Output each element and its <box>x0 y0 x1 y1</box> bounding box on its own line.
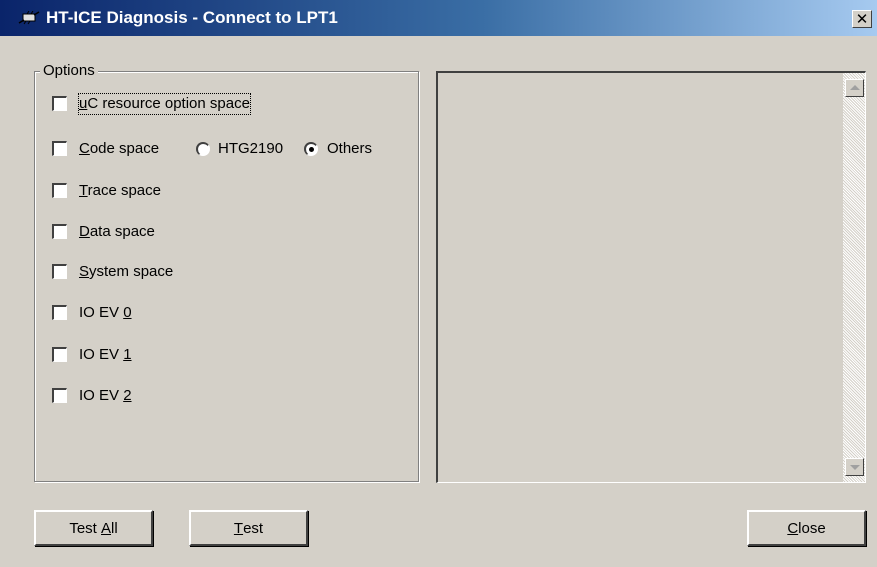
uc-resource-label: uC resource option space <box>78 93 251 115</box>
htg2190-label: HTG2190 <box>218 140 284 157</box>
close-button[interactable]: Close <box>747 510 866 546</box>
window-title: HT-ICE Diagnosis - Connect to LPT1 <box>46 8 338 27</box>
io-ev-1-checkbox[interactable] <box>52 347 67 362</box>
others-radio[interactable] <box>304 142 318 156</box>
close-icon[interactable]: ✕ <box>852 10 872 28</box>
io-ev-0-checkbox[interactable] <box>52 305 67 320</box>
test-button[interactable]: Test <box>189 510 308 546</box>
scroll-up-button[interactable] <box>845 79 864 97</box>
data-space-label: Data space <box>79 223 155 240</box>
io-ev-1-label: IO EV 1 <box>79 346 132 363</box>
io-ev-2-checkbox[interactable] <box>52 388 67 403</box>
scroll-down-arrow-icon <box>850 465 860 470</box>
scroll-up-arrow-icon <box>850 85 860 90</box>
app-icon <box>18 11 40 25</box>
code-space-label: Code space <box>79 140 160 157</box>
htg2190-radio[interactable] <box>196 142 210 156</box>
test-all-button[interactable]: Test All <box>34 510 153 546</box>
vertical-scrollbar[interactable] <box>843 73 865 482</box>
output-list-panel[interactable] <box>436 71 866 483</box>
io-ev-2-label: IO EV 2 <box>79 387 132 404</box>
scroll-down-button[interactable] <box>845 458 864 476</box>
system-space-checkbox[interactable] <box>52 264 67 279</box>
system-space-label: System space <box>79 263 174 280</box>
trace-space-label: Trace space <box>79 182 161 199</box>
data-space-checkbox[interactable] <box>52 224 67 239</box>
code-space-checkbox[interactable] <box>52 141 67 156</box>
uc-resource-checkbox[interactable] <box>52 96 67 111</box>
options-group-title: Options <box>40 62 98 79</box>
others-label: Others <box>327 140 373 157</box>
title-bar[interactable]: HT-ICE Diagnosis - Connect to LPT1 ✕ <box>0 0 877 36</box>
trace-space-checkbox[interactable] <box>52 183 67 198</box>
io-ev-0-label: IO EV 0 <box>79 304 132 321</box>
radio-selected-dot <box>309 147 314 152</box>
